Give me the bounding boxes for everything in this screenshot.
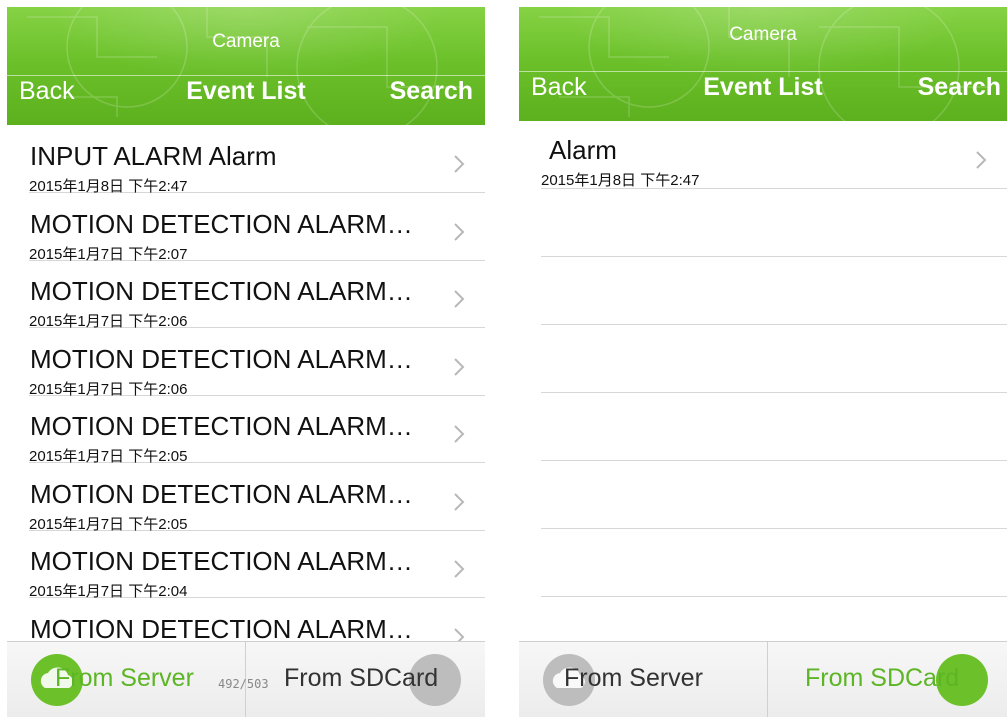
source-tab-bar: From Server From SDCard <box>519 641 1007 717</box>
event-list-item[interactable]: MOTION DETECTION ALARM… 2015年1月7日 下午2:06 <box>29 328 485 398</box>
tab-from-sdcard-label: From SDCard <box>805 664 960 692</box>
page-counter: 492/503 <box>218 677 269 691</box>
event-list-item[interactable]: MOTION DETECTION ALARM… <box>29 598 485 643</box>
chevron-right-icon <box>454 425 465 443</box>
chevron-right-icon <box>454 492 465 511</box>
event-list-screen-sdcard: Camera Back Event List Search Alarm 2015年… <box>519 7 1007 717</box>
event-title: INPUT ALARM Alarm <box>30 141 277 171</box>
empty-list-row <box>541 257 1007 325</box>
chevron-right-icon <box>454 357 465 376</box>
event-list-item[interactable]: MOTION DETECTION ALARM… 2015年1月7日 下午2:06 <box>29 260 485 330</box>
empty-list-row <box>541 529 1007 597</box>
empty-list-row <box>541 393 1007 461</box>
nav-header: Camera Back Event List Search <box>7 7 485 125</box>
chevron-right-icon <box>454 290 465 308</box>
event-title: MOTION DETECTION ALARM… <box>30 546 413 576</box>
event-list-item[interactable]: MOTION DETECTION ALARM… 2015年1月7日 下午2:05 <box>29 395 485 465</box>
event-list-item[interactable]: MOTION DETECTION ALARM… 2015年1月7日 下午2:07 <box>29 193 485 263</box>
event-title: MOTION DETECTION ALARM… <box>30 343 413 374</box>
empty-list-row <box>541 325 1007 393</box>
empty-list-row <box>541 189 1007 257</box>
empty-list-row <box>541 461 1007 529</box>
event-list-screen-server: Camera Back Event List Search INPUT ALAR… <box>7 7 485 717</box>
event-list-item[interactable]: MOTION DETECTION ALARM… 2015年1月7日 下午2:04 <box>29 530 485 600</box>
tab-from-sdcard-label: From SDCard <box>284 664 439 692</box>
app-title: Camera <box>729 24 797 45</box>
empty-list-row <box>541 597 1007 642</box>
search-button[interactable]: Search <box>918 73 1001 102</box>
header-divider <box>7 75 485 76</box>
event-title: Alarm <box>549 135 617 165</box>
event-list: INPUT ALARM Alarm 2015年1月8日 下午2:47 MOTION … <box>7 125 485 642</box>
header-divider <box>519 71 1007 72</box>
tab-from-server[interactable]: From Server <box>519 642 767 717</box>
search-button[interactable]: Search <box>390 77 473 106</box>
tab-from-server[interactable]: From Server <box>7 642 245 717</box>
event-title: MOTION DETECTION ALARM… <box>30 276 413 306</box>
circuit-pattern-decoration <box>27 7 467 125</box>
tab-from-server-label: From Server <box>55 664 194 692</box>
event-list: Alarm 2015年1月8日 下午2:47 <box>519 121 1007 642</box>
tab-from-sdcard[interactable]: From SDCard <box>768 642 1007 717</box>
tab-from-server-label: From Server <box>564 664 703 692</box>
chevron-right-icon <box>454 155 465 173</box>
app-title: Camera <box>212 31 280 52</box>
chevron-right-icon <box>976 151 987 169</box>
event-list-item[interactable]: Alarm 2015年1月8日 下午2:47 <box>541 121 1007 189</box>
chevron-right-icon <box>454 560 465 578</box>
event-list-item[interactable]: MOTION DETECTION ALARM… 2015年1月7日 下午2:05 <box>29 463 485 533</box>
tab-from-sdcard[interactable]: From SDCard <box>246 642 485 717</box>
event-list-item[interactable]: INPUT ALARM Alarm 2015年1月8日 下午2:47 <box>29 125 485 195</box>
chevron-right-icon <box>454 222 465 241</box>
event-title: MOTION DETECTION ALARM… <box>30 411 413 441</box>
event-date: 2015年1月8日 下午2:47 <box>541 172 700 189</box>
nav-header: Camera Back Event List Search <box>519 7 1007 121</box>
event-title: MOTION DETECTION ALARM… <box>30 613 413 643</box>
event-title: MOTION DETECTION ALARM… <box>30 208 413 239</box>
event-title: MOTION DETECTION ALARM… <box>30 478 413 509</box>
chevron-right-icon <box>454 627 465 642</box>
